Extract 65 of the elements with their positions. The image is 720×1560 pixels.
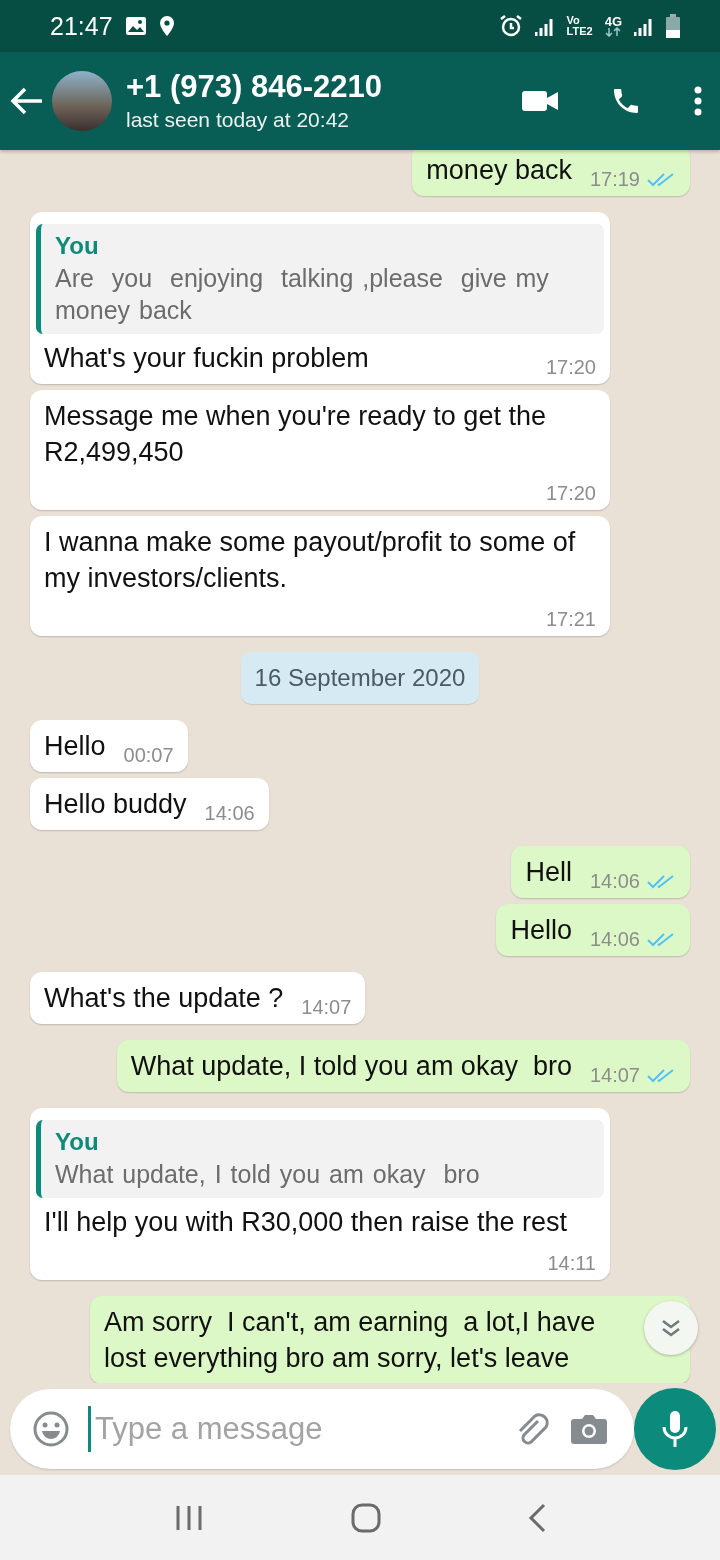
message-text: Hello <box>44 730 106 763</box>
message-text: Hello <box>510 914 572 947</box>
contact-name[interactable]: +1 (973) 846-2210 <box>126 68 522 106</box>
network-label: 4G <box>604 15 622 27</box>
message-bubble[interactable]: You Are you enjoying talking ,please give my money back What's your fuckin problem 17:20 <box>30 212 610 384</box>
message-bubble[interactable]: Am sorry I can't, am earning a lot,I have lost everything bro am sorry, let's leave <box>90 1296 690 1383</box>
message-bubble[interactable]: Hello 14:06 <box>496 904 690 956</box>
back-icon[interactable] <box>528 1502 547 1533</box>
message-bubble[interactable]: What update, I told you am okay bro 14:07 <box>116 1040 690 1092</box>
quoted-message[interactable]: You What update, I told you am okay bro <box>36 1120 604 1198</box>
message-text: What update, I told you am okay bro <box>130 1050 572 1083</box>
quote-author: You <box>55 1127 100 1157</box>
network-label: LTE2 <box>566 26 593 37</box>
quoted-message[interactable]: You Are you enjoying talking ,please give my money back <box>36 224 604 334</box>
message-bubble[interactable]: What's the update ? 14:07 <box>30 972 366 1024</box>
data-arrows-icon <box>605 26 622 37</box>
more-options-icon[interactable] <box>694 86 702 116</box>
message-text: Hello buddy <box>44 788 187 821</box>
alarm-icon <box>498 14 523 38</box>
camera-icon[interactable] <box>570 1413 608 1445</box>
microphone-icon <box>661 1409 689 1449</box>
avatar-photo[interactable] <box>52 71 112 131</box>
message-bubble[interactable]: You What update, I told you am okay bro I'll help you with R30,000 then raise the rest 14:11 <box>30 1108 610 1280</box>
message-text: Am sorry I can't, am earning a lot,I have lost everything bro am sorry, let's leave <box>104 1306 597 1375</box>
message-input-field[interactable]: Type a message <box>10 1389 634 1469</box>
emoji-icon[interactable] <box>32 1410 70 1448</box>
last-seen-status: last seen today at 20:42 <box>126 107 350 133</box>
message-text: money back <box>426 154 572 187</box>
quote-text: What update, I told you am okay bro <box>55 1159 481 1190</box>
home-icon[interactable] <box>351 1502 381 1533</box>
double-chevron-down-icon <box>660 1318 682 1338</box>
message-time: 17:21 <box>544 607 596 632</box>
message-bubble[interactable]: money back 17:19 <box>412 150 690 196</box>
message-time: 17:20 <box>544 481 596 506</box>
message-input[interactable]: Type a message <box>88 1406 496 1452</box>
message-text: I wanna make some payout/profit to some of my investors/clients. <box>44 526 577 595</box>
message-text: I'll help you with R30,000 then raise the rest <box>44 1206 567 1239</box>
status-time: 21:47 <box>50 11 113 41</box>
message-bubble[interactable]: Hello 00:07 <box>30 720 188 772</box>
message-text: Message me when you're ready to get the R2,499,450 <box>44 400 547 469</box>
back-arrow-icon[interactable] <box>10 86 44 116</box>
message-time: 14:07 <box>571 1060 676 1090</box>
message-text: What's the update ? <box>44 982 284 1015</box>
message-text: Hell <box>525 856 572 889</box>
message-time: 00:07 <box>122 743 174 768</box>
message-bubble[interactable]: Hello buddy 14:06 <box>30 778 269 830</box>
location-pin-icon <box>158 15 175 37</box>
message-time: 14:11 <box>546 1251 596 1276</box>
battery-icon <box>666 14 680 38</box>
date-label: 16 September 2020 <box>240 652 480 704</box>
video-camera-icon[interactable] <box>522 89 558 113</box>
message-time: 14:06 <box>203 801 255 826</box>
message-time: 14:06 <box>571 924 676 954</box>
message-text: What's your fuckin problem <box>44 342 369 375</box>
image-icon <box>124 16 147 36</box>
message-bubble[interactable]: Message me when you're ready to get the R2,499,450 17:20 <box>30 390 610 510</box>
message-time: 17:19 <box>571 164 676 194</box>
message-time: 14:06 <box>571 866 676 896</box>
message-bubble[interactable]: Hell 14:06 <box>511 846 690 898</box>
quote-author: You <box>55 231 100 261</box>
message-time: 17:20 <box>544 355 596 380</box>
quote-text: Are you enjoying talking ,please give my money back <box>55 263 550 326</box>
message-time: 14:07 <box>300 995 352 1020</box>
network-label: Vo <box>566 15 581 26</box>
message-bubble[interactable]: I wanna make some payout/profit to some of my investors/clients. 17:21 <box>30 516 610 636</box>
